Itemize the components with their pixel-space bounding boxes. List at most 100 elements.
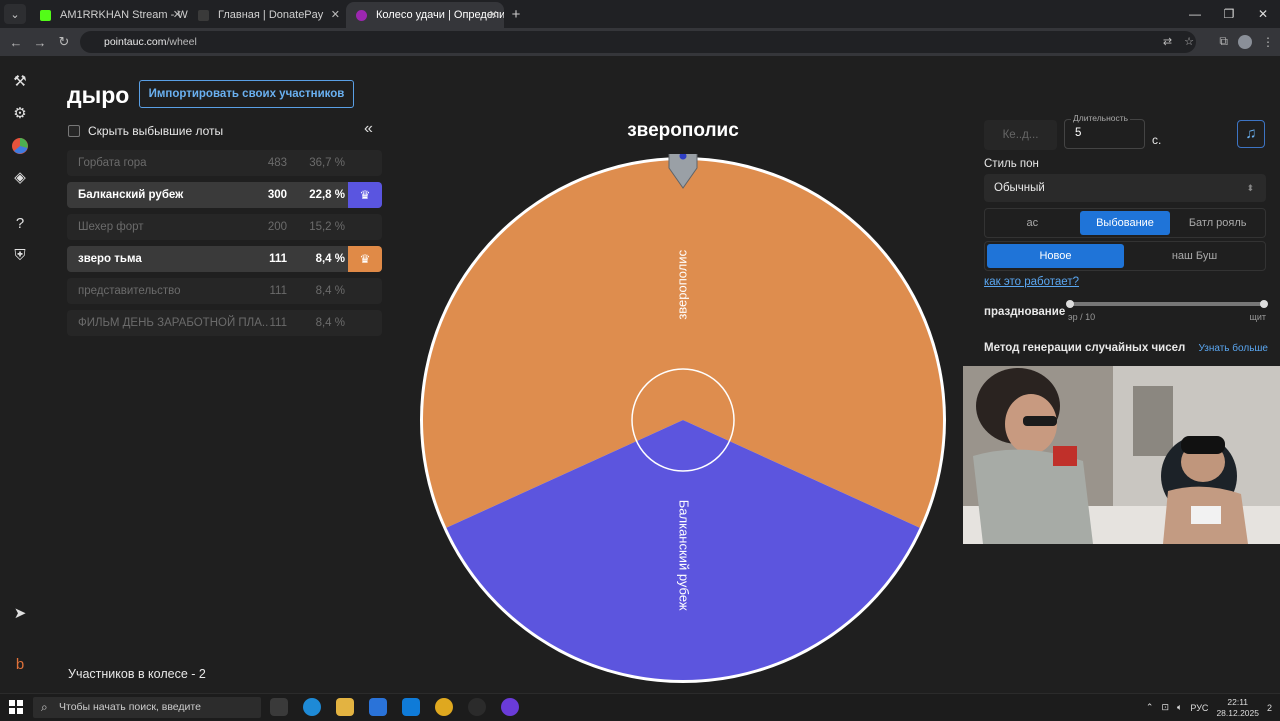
- profile-avatar[interactable]: [1238, 34, 1252, 49]
- lot-name: зверо тьма: [78, 253, 142, 265]
- select-chevron-icon: ⬍: [1246, 183, 1254, 193]
- browser-tabbar: ⌄ AM1RRKHAN Stream - Watch L ✕ Главная |…: [0, 0, 1280, 28]
- donatepay-favicon-icon: [198, 10, 209, 21]
- winner-crown-icon[interactable]: ♛: [348, 246, 382, 272]
- winner-crown-icon[interactable]: ♛: [348, 182, 382, 208]
- duration-unit: с.: [1152, 133, 1162, 147]
- maximize-icon[interactable]: ❐: [1212, 0, 1246, 28]
- url-field[interactable]: pointauc.com/wheel: [80, 31, 1196, 53]
- browser-tab-2[interactable]: Главная | DonatePay ✕: [188, 2, 346, 28]
- keyword-label: Ке..д...: [1002, 129, 1039, 141]
- task-view-icon[interactable]: [270, 698, 288, 716]
- duration-label: Длительность: [1071, 113, 1131, 123]
- lot-row[interactable]: Горбата гора 483 36,7 %: [67, 150, 382, 176]
- variant-tab[interactable]: Новое: [987, 244, 1124, 268]
- telegram-icon[interactable]: ➤: [11, 605, 29, 623]
- how-it-works-link[interactable]: как это работает?: [984, 276, 1079, 288]
- learn-more-link[interactable]: Узнать больше: [1198, 343, 1268, 354]
- address-toolbar: ← → ↻ pointauc.com/wheel ⇄ ☆ ⧉ ⋮: [0, 28, 1280, 56]
- close-window-icon[interactable]: ✕: [1246, 0, 1280, 28]
- clock[interactable]: 22:11 28.12.2025: [1216, 697, 1259, 719]
- lot-name: Шехер форт: [78, 221, 144, 233]
- style-select[interactable]: Обычный ⬍: [984, 174, 1266, 202]
- lot-row[interactable]: Балканский рубеж 300 22,8 % ♛: [67, 182, 382, 208]
- speaker-icon[interactable]: 🔈︎: [1177, 702, 1182, 713]
- lot-percent: 8,4 %: [315, 317, 345, 329]
- help-icon[interactable]: ?: [11, 215, 29, 233]
- translate-icon[interactable]: ⇄: [1163, 35, 1172, 48]
- mode-tab[interactable]: Выбование: [1079, 211, 1171, 235]
- gear-icon[interactable]: ⚙: [11, 105, 29, 123]
- fortune-wheel[interactable]: зверополис Балканский рубеж: [419, 154, 947, 688]
- extensions-icon[interactable]: ⧉: [1219, 34, 1228, 49]
- store-icon[interactable]: [369, 698, 387, 716]
- celebration-label: празднование: [984, 306, 1066, 318]
- variant-tab[interactable]: наш Буш: [1126, 244, 1263, 268]
- mode-tab[interactable]: ас: [987, 211, 1078, 235]
- rng-method-label: Метод генерации случайных чисел: [984, 342, 1186, 354]
- shield-icon[interactable]: ⛨: [11, 247, 29, 265]
- windows-start-icon[interactable]: [9, 700, 23, 714]
- notifications-badge[interactable]: 2: [1267, 703, 1272, 713]
- duration-field[interactable]: Длительность 5: [1064, 113, 1145, 149]
- participants-count: Участников в колесе - 2: [68, 667, 206, 681]
- chrome-icon[interactable]: [435, 698, 453, 716]
- clock-time: 22:11: [1227, 696, 1249, 707]
- lot-row[interactable]: ФИЛЬМ ДЕНЬ ЗАРАБОТНОЙ ПЛА... 111 8,4 %: [67, 310, 382, 336]
- obs-icon[interactable]: [468, 698, 486, 716]
- bookmark-star-icon[interactable]: ☆: [1184, 35, 1194, 48]
- gavel-icon[interactable]: ⚒: [11, 73, 29, 91]
- hide-eliminated-toggle[interactable]: Скрыть выбывшие лоты: [68, 124, 223, 138]
- lot-percent: 15,2 %: [309, 221, 345, 233]
- tab-search-icon[interactable]: ⌄: [4, 4, 26, 24]
- minimize-icon[interactable]: —: [1178, 0, 1212, 28]
- mail-icon[interactable]: [402, 698, 420, 716]
- mode-tab[interactable]: Батл рояль: [1172, 211, 1263, 235]
- lot-row[interactable]: зверо тьма 111 8,4 % ♛: [67, 246, 382, 272]
- checkbox[interactable]: [68, 125, 80, 137]
- close-tab-icon[interactable]: ✕: [331, 2, 340, 28]
- lot-amount: 300: [267, 189, 287, 201]
- webcam-overlay: [963, 366, 1280, 544]
- keyword-button[interactable]: Ке..д...: [984, 120, 1057, 150]
- import-participants-button[interactable]: Импортировать своих участников: [139, 80, 354, 108]
- network-icon[interactable]: ⊡: [1161, 702, 1169, 713]
- music-note-icon[interactable]: ♫: [1237, 120, 1265, 148]
- language-indicator[interactable]: РУС: [1190, 703, 1208, 713]
- collapse-panel-icon[interactable]: «: [364, 120, 373, 138]
- back-arrow-icon[interactable]: ←: [4, 35, 28, 50]
- lot-amount: 200: [267, 221, 287, 233]
- lot-row[interactable]: представительство 111 8,4 %: [67, 278, 382, 304]
- close-tab-icon[interactable]: ✕: [489, 2, 498, 28]
- lot-name: представительство: [78, 285, 181, 297]
- url-path: /wheel: [166, 36, 197, 48]
- browser-tab-1[interactable]: AM1RRKHAN Stream - Watch L ✕: [30, 2, 188, 28]
- celebration-slider[interactable]: [1066, 300, 1268, 308]
- wheel-slice-label: Балканский рубеж: [677, 500, 692, 611]
- tray-chevron-icon[interactable]: ⌃: [1146, 702, 1154, 713]
- lot-percent: 8,4 %: [315, 285, 345, 297]
- lot-percent: 22,8 %: [309, 189, 345, 201]
- browser-menu-icon[interactable]: ⋮: [1262, 35, 1274, 49]
- lot-row[interactable]: Шехер форт 200 15,2 %: [67, 214, 382, 240]
- app-icon[interactable]: [501, 698, 519, 716]
- lot-amount: 111: [269, 253, 287, 265]
- reload-icon[interactable]: ↻: [52, 34, 76, 50]
- style-value: Обычный: [994, 182, 1045, 194]
- taskbar-search-field[interactable]: ⌕ Чтобы начать поиск, введите: [33, 697, 261, 718]
- tab-title: AM1RRKHAN Stream - Watch L: [60, 9, 188, 21]
- slider-handle[interactable]: [1066, 300, 1074, 308]
- system-tray: ⌃ ⊡ 🔈︎ РУС 22:11 28.12.2025 2: [1146, 694, 1272, 721]
- layers-icon[interactable]: ◈: [11, 169, 29, 187]
- new-tab-button[interactable]: +: [504, 2, 528, 28]
- forward-arrow-icon[interactable]: →: [28, 35, 52, 50]
- boosty-icon[interactable]: b: [11, 656, 29, 674]
- wheel-icon[interactable]: [11, 137, 29, 155]
- edge-icon[interactable]: [303, 698, 321, 716]
- close-tab-icon[interactable]: ✕: [173, 2, 182, 28]
- slider-handle[interactable]: [1260, 300, 1268, 308]
- pointauc-favicon-icon: [356, 10, 367, 21]
- lot-percent: 36,7 %: [309, 157, 345, 169]
- browser-tab-3[interactable]: Колесо удачи | Определите п ✕: [346, 2, 504, 28]
- file-explorer-icon[interactable]: [336, 698, 354, 716]
